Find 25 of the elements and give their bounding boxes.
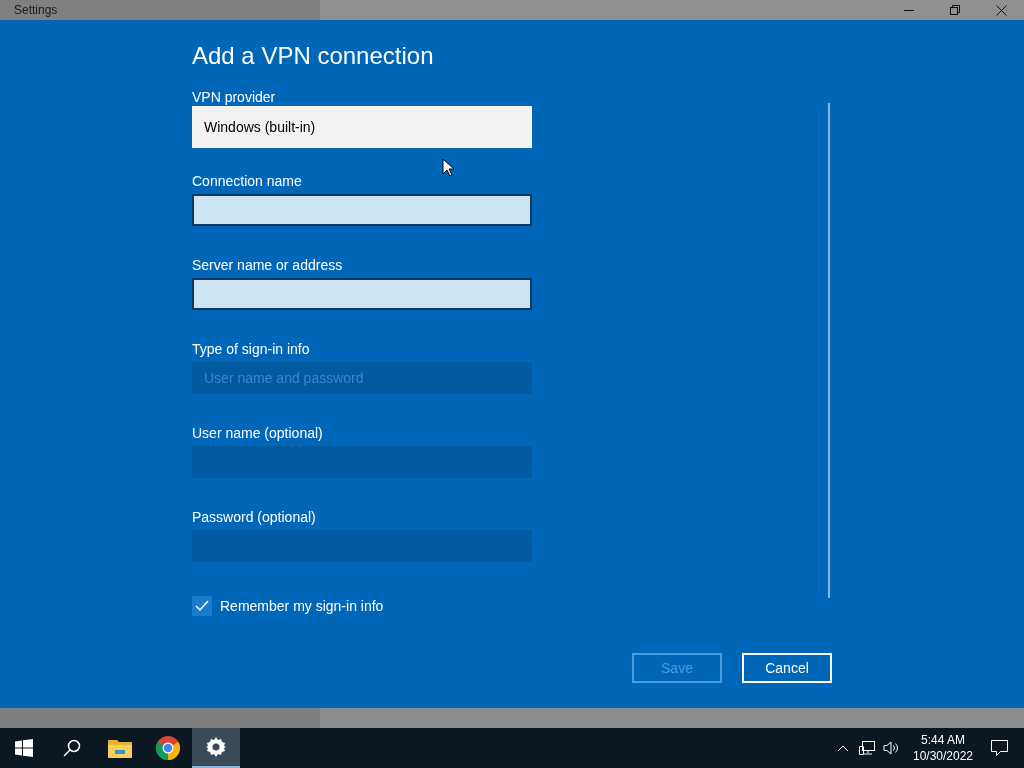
dropdown[interactable]: Windows (built-in) [192,106,532,148]
window-title: Settings [14,2,58,19]
checkbox-label: Remember my sign-in info [220,596,384,616]
field-label: Password (optional) [192,508,317,526]
gear-icon[interactable] [192,728,240,768]
dialog-title: Add a VPN connection [192,42,435,70]
mouse-pointer-icon [442,158,454,177]
notification-icon[interactable] [991,740,1008,756]
speaker-icon[interactable] [883,741,899,755]
checkbox[interactable] [192,596,212,616]
network-icon[interactable] [859,741,875,755]
clock-date[interactable]: 10/30/2022 [912,748,974,764]
scroll-bar[interactable] [828,103,830,598]
field-label: Server name or address [192,256,344,274]
field-label: User name (optional) [192,424,324,442]
field-label: VPN provider [192,88,277,106]
input-field[interactable] [192,194,532,226]
dialog-button[interactable]: Cancel [742,653,832,683]
field-label: Connection name [192,172,303,190]
restore-icon [950,5,960,15]
clock-time[interactable]: 5:44 AM [921,732,965,748]
field-label: Type of sign-in info [192,340,311,358]
close-icon [995,4,1007,16]
chevron-up-icon[interactable] [837,744,849,752]
input-field[interactable] [192,278,532,310]
